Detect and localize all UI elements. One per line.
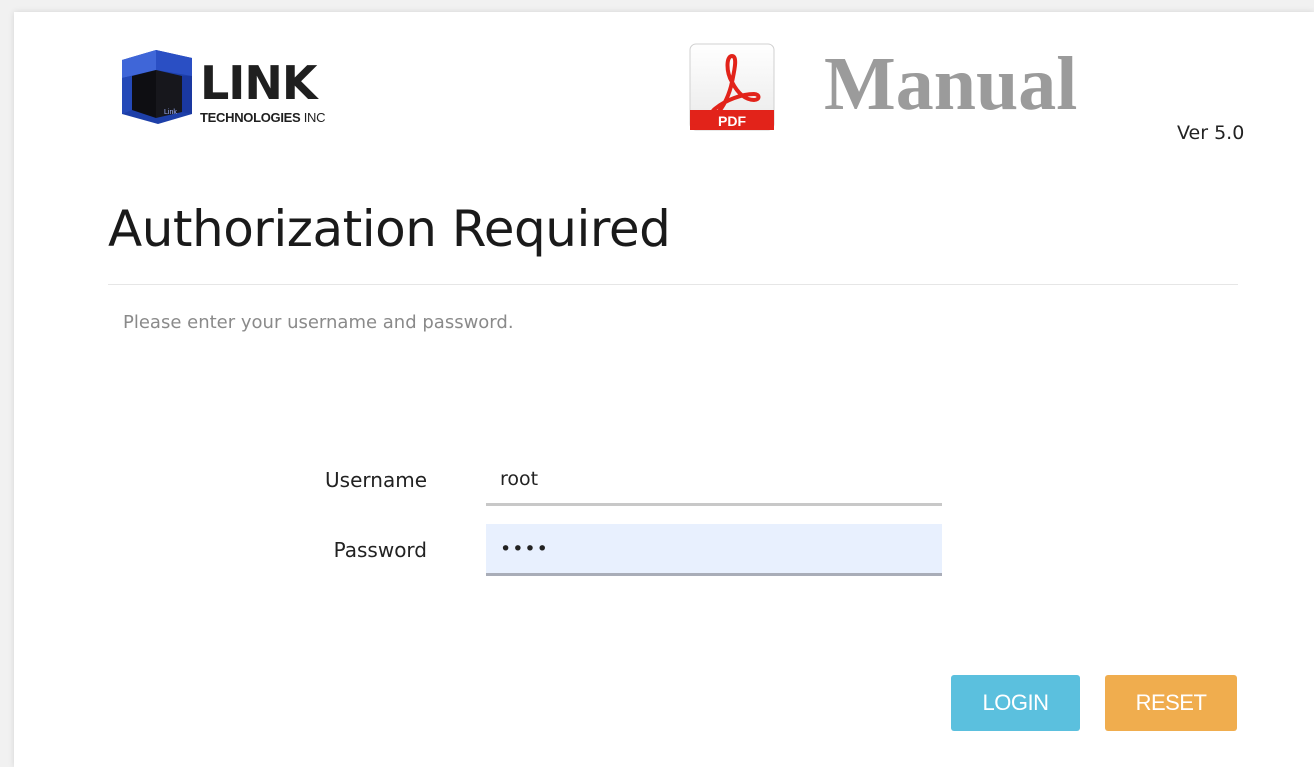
- password-label: Password: [333, 538, 427, 562]
- login-button[interactable]: LOGIN: [951, 675, 1080, 731]
- pdf-manual-link[interactable]: PDF: [686, 42, 778, 134]
- svg-text:Link: Link: [164, 109, 177, 116]
- svg-text:PDF: PDF: [718, 113, 746, 129]
- brand-subtitle: TECHNOLOGIES INC: [200, 110, 326, 125]
- manual-title-link[interactable]: Manual: [824, 46, 1077, 122]
- username-row: Username: [264, 454, 964, 506]
- heading-divider: [108, 284, 1238, 285]
- brand-sub-bold: TECHNOLOGIES: [200, 110, 301, 125]
- login-instructions: Please enter your username and password.: [123, 312, 514, 333]
- page-title: Authorization Required: [108, 200, 671, 258]
- cube-logo-icon: Link: [122, 50, 192, 124]
- pdf-file-icon: PDF: [689, 43, 775, 131]
- version-label: Ver 5.0: [1177, 122, 1245, 144]
- username-label: Username: [325, 468, 427, 492]
- reset-button[interactable]: RESET: [1105, 675, 1237, 731]
- brand-name: LINK: [200, 56, 318, 110]
- password-row: Password: [264, 524, 964, 576]
- company-logo: Link LINK TECHNOLOGIES INC: [116, 48, 366, 128]
- username-input[interactable]: [486, 454, 942, 506]
- login-page: Link LINK TECHNOLOGIES INC PDF Manual Ve…: [14, 12, 1314, 767]
- brand-sub-light: INC: [303, 110, 326, 125]
- password-input[interactable]: [486, 524, 942, 576]
